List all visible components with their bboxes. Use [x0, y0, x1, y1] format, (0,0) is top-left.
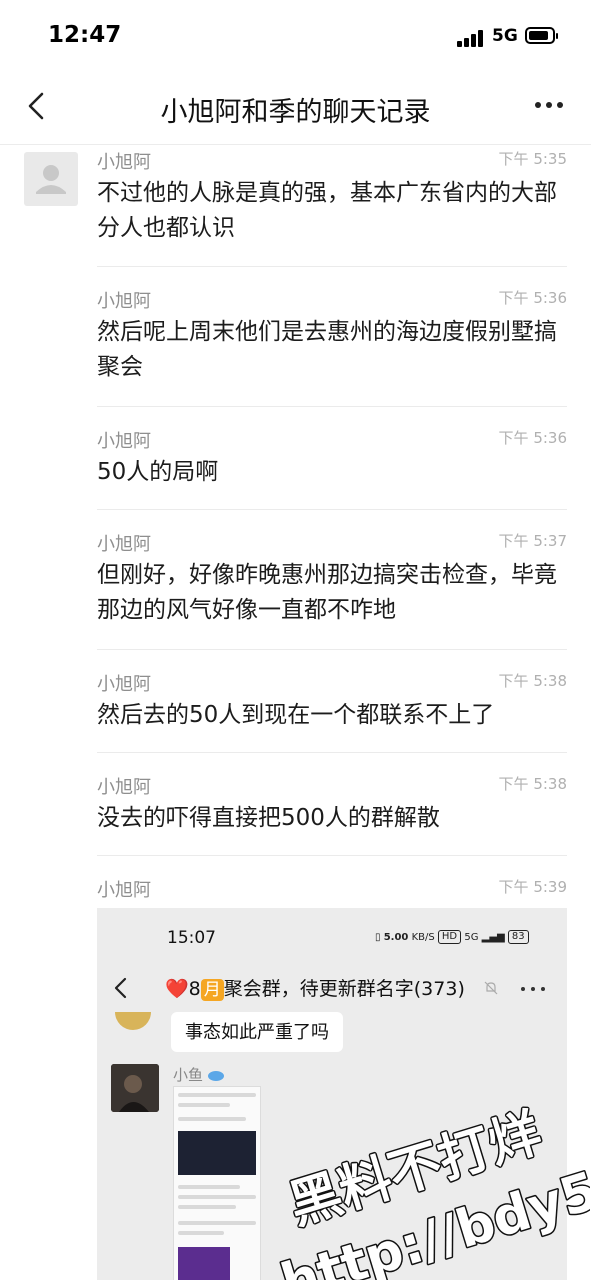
message-time: 下午 5:38 — [498, 672, 567, 690]
message-sender: 小旭阿 — [97, 534, 151, 555]
status-time: 12:47 — [48, 22, 122, 48]
divider — [97, 752, 567, 753]
message-time: 下午 5:36 — [498, 429, 567, 447]
page-title: 小旭阿和季的聊天记录 — [160, 97, 431, 128]
screenshot-battery: 83 — [507, 930, 529, 944]
screenshot-avatar — [115, 1012, 151, 1030]
chevron-left-icon — [28, 92, 44, 120]
screenshot-month-tag: 月 — [200, 979, 224, 1001]
divider — [97, 649, 567, 650]
message-text: 然后呢上周末他们是去惠州的海边度假别墅搞聚会 — [97, 319, 557, 380]
screenshot-nested-image — [173, 1086, 261, 1280]
nav-bar: 小旭阿和季的聊天记录 — [0, 76, 591, 145]
message-time: 下午 5:35 — [498, 150, 567, 168]
screenshot-hd: HD — [437, 930, 462, 944]
more-dots-icon — [535, 102, 541, 108]
screenshot-speed: 5.00 — [383, 932, 409, 943]
screenshot-message-bubble: 事态如此严重了吗 — [171, 1012, 343, 1052]
message-sender: 小旭阿 — [97, 880, 151, 901]
screenshot-more-icon — [521, 987, 545, 993]
screenshot-group-title: ❤️8 月聚会群，待更新群名字(373) — [165, 974, 465, 1001]
divider — [97, 266, 567, 267]
screenshot-signal-icon: ▂▄▆ — [481, 932, 505, 943]
message-sender: 小旭阿 — [97, 152, 151, 173]
message-sender: 小旭阿 — [97, 777, 151, 798]
screenshot-status-time: 15:07 — [167, 928, 216, 948]
screenshot-speed-unit: KB/S — [411, 932, 435, 943]
divider — [97, 406, 567, 407]
signal-icon — [457, 29, 485, 47]
fish-icon — [207, 1070, 224, 1081]
screenshot-network: 5G — [464, 932, 479, 943]
message-time: 下午 5:36 — [498, 289, 567, 307]
divider — [97, 509, 567, 510]
battery-icon — [525, 27, 558, 44]
default-avatar-icon — [36, 165, 66, 194]
message-time: 下午 5:37 — [498, 532, 567, 550]
message-text: 没去的吓得直接把500人的群解散 — [97, 805, 440, 831]
message-sender: 小旭阿 — [97, 431, 151, 452]
more-button[interactable] — [535, 102, 565, 110]
heart-icon: ❤️ — [165, 978, 189, 1000]
message-text: 但刚好，好像昨晚惠州那边搞突击检查，毕竟那边的风气好像一直都不咋地 — [97, 562, 557, 623]
screenshot-month-number: 8 — [188, 978, 201, 1000]
vibrate-icon: ▯ — [375, 932, 381, 943]
screenshot-back-icon — [114, 977, 127, 999]
screenshot-sender: 小鱼 — [173, 1064, 224, 1085]
message-time: 下午 5:38 — [498, 775, 567, 793]
status-bar: 12:47 5G — [0, 0, 591, 76]
screenshot-image[interactable]: 15:07 ▯ 5.00 KB/S HD 5G ▂▄▆ 83 ❤️8 月聚会群，待… — [97, 908, 567, 1280]
network-label: 5G — [492, 26, 518, 46]
screenshot-status-icons: ▯ 5.00 KB/S HD 5G ▂▄▆ 83 — [375, 930, 529, 944]
message-text: 不过他的人脉是真的强，基本广东省内的大部分人也都认识 — [97, 180, 557, 241]
divider — [97, 855, 567, 856]
screenshot-title-text: 聚会群，待更新群名字(373) — [223, 978, 465, 1000]
message-text: 然后去的50人到现在一个都联系不上了 — [97, 702, 495, 728]
message-text: 50人的局啊 — [97, 459, 219, 485]
message-sender: 小旭阿 — [97, 674, 151, 695]
back-button[interactable] — [20, 88, 60, 128]
avatar[interactable] — [24, 152, 78, 206]
screenshot-avatar — [111, 1064, 159, 1112]
message-time: 下午 5:39 — [498, 878, 567, 896]
message-sender: 小旭阿 — [97, 291, 151, 312]
mute-bell-icon — [484, 981, 498, 995]
